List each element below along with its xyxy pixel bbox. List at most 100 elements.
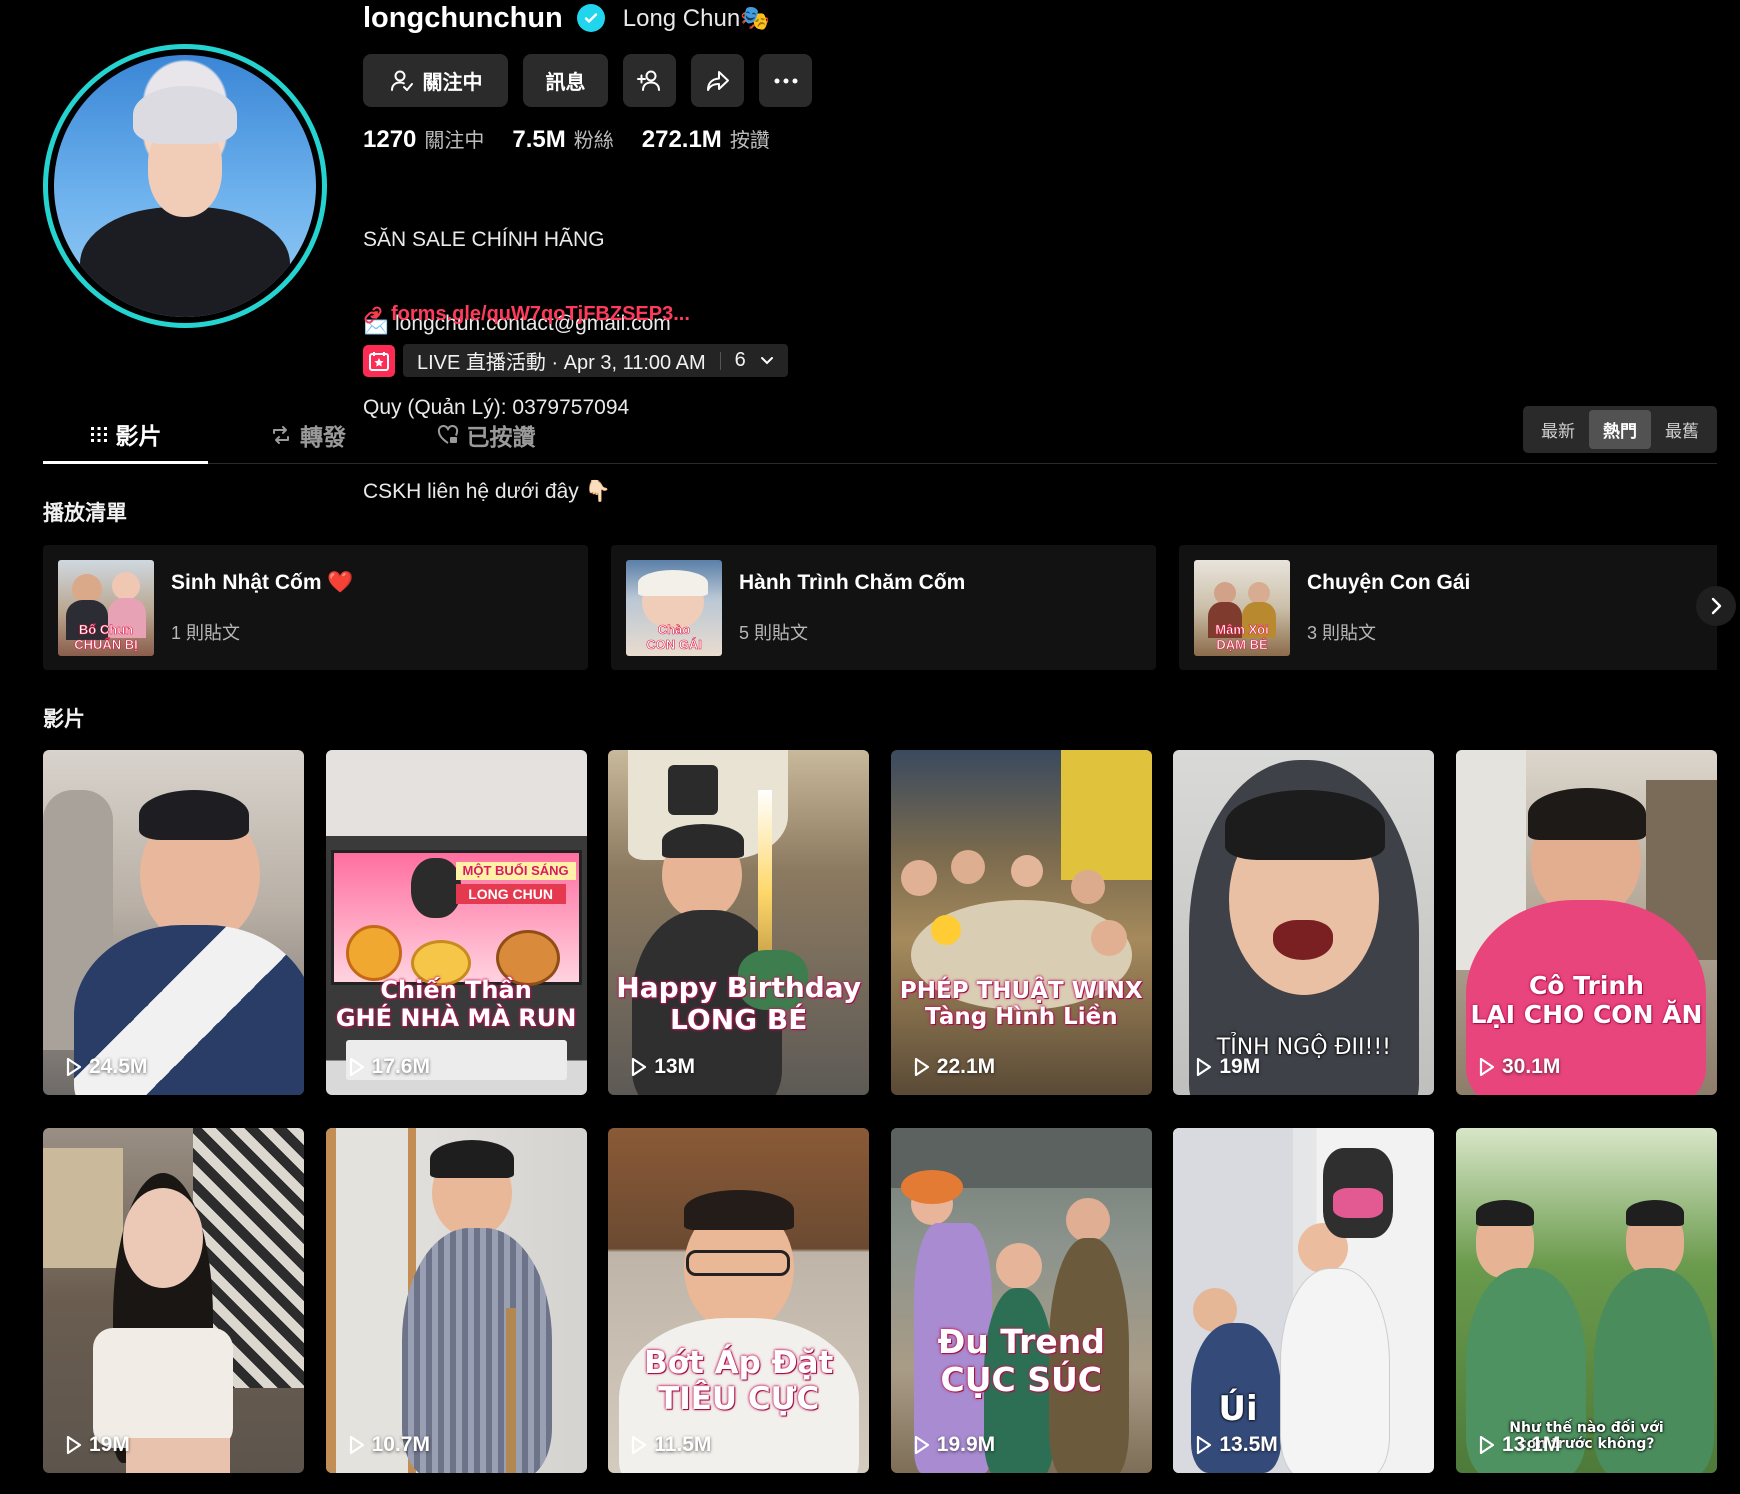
video-caption: Happy Birthday LONG BÉ [616, 971, 862, 1037]
video-caption: Chiến Thần GHÉ NHÀ MÀ RUN [335, 976, 577, 1032]
grid-icon [90, 426, 107, 442]
live-event-count: 6 [734, 349, 746, 371]
profile-stats: 1270 關注中 7.5M 粉絲 272.1M 按讚 [363, 124, 770, 154]
video-caption: Cô Trinh LẠI CHO CON ĂN [1470, 971, 1703, 1029]
bio-line: CSKH liên hệ dưới đây 👇🏻 [363, 480, 611, 503]
tab-reposts[interactable]: 轉發 [243, 406, 373, 464]
live-event-pill[interactable]: LIVE 直播活動 · Apr 3, 11:00 AM 6 [403, 344, 788, 377]
playlist-count: 5 則貼文 [739, 622, 809, 643]
following-label: 關注中 [422, 72, 483, 94]
bio-line: SĂN SALE CHÍNH HÃNG [363, 228, 605, 251]
playlist-next-button[interactable] [1696, 586, 1736, 626]
video-card[interactable]: MỘT BUỔI SÁNG LONG CHUN Chiến Thần GHÉ N… [325, 750, 587, 1095]
tab-label: 已按讚 [466, 424, 536, 450]
following-button[interactable]: 關注中 [363, 54, 508, 107]
stat-label: 關注中 [424, 130, 485, 152]
view-count-text: 13M [654, 1055, 696, 1078]
tab-videos[interactable]: 影片 [43, 406, 208, 464]
play-icon [1197, 1057, 1212, 1077]
view-count: 19M [65, 1433, 130, 1457]
sort-toggle: 最新 熱門 最舊 [1523, 406, 1717, 453]
view-count: 13.1M [1478, 1433, 1560, 1457]
bio-link-text: forms.gle/quW7qoTjFBZSEP3... [391, 303, 690, 325]
nickname: Long Chun🎭 [622, 4, 771, 32]
stat-likes: 272.1M 按讚 [642, 124, 770, 154]
video-caption: Úi [1218, 1389, 1258, 1429]
sort-latest[interactable]: 最新 [1527, 410, 1589, 449]
view-count: 30.1M [1478, 1055, 1560, 1079]
video-card[interactable]: Đu Trend CỤC SÚC 19.9M [890, 1128, 1152, 1473]
view-count: 17.6M [348, 1055, 430, 1079]
view-count-text: 11.5M [654, 1433, 712, 1456]
play-icon [1479, 1057, 1495, 1077]
playlist-thumbnail: Bố Chun CHUẨN BỊ [58, 559, 154, 656]
video-grid: 24.5M MỘT BUỔI SÁNG LONG CHUN Chiến Thần… [43, 750, 1717, 1473]
view-count: 10.7M [348, 1433, 430, 1457]
video-card[interactable]: TỈNH NGỘ ĐII!!! 19M [1173, 750, 1435, 1095]
thumbnail-text: LONG CHUN [455, 884, 566, 904]
repost-icon [273, 426, 289, 444]
live-event-text: LIVE 直播活動 · Apr 3, 11:00 AM [417, 352, 706, 374]
stat-label: 粉絲 [573, 130, 614, 152]
view-count-text: 24.5M [89, 1055, 148, 1078]
video-thumbnail [608, 1128, 870, 1473]
video-thumbnail [608, 750, 870, 1095]
sort-popular[interactable]: 熱門 [1589, 410, 1651, 449]
stat-following[interactable]: 1270 關注中 [363, 124, 484, 154]
video-card[interactable]: Bớt Áp Đặt TIÊU CỰC 11.5M [608, 1128, 870, 1473]
chevron-down-icon [760, 356, 773, 364]
view-count-text: 10.7M [371, 1433, 430, 1456]
playlist-title: Sinh Nhật Cốm ❤️ [171, 570, 354, 594]
video-card[interactable]: Cô Trinh LẠI CHO CON ĂN 30.1M [1455, 750, 1717, 1095]
playlist-card[interactable]: Mâm Xôi DẠM BÉ Chuyện Con Gái 3 則貼文 [1179, 545, 1717, 670]
more-dots-icon [774, 78, 797, 83]
playlist-row: Bố Chun CHUẨN BỊ Sinh Nhật Cốm ❤️ 1 則貼文 … [43, 545, 1717, 670]
video-card[interactable]: 19M [43, 1128, 304, 1473]
video-caption: PHÉP THUẬT WINX Tàng Hình Liền [899, 978, 1143, 1031]
video-card[interactable]: 24.5M [43, 750, 304, 1095]
sort-oldest[interactable]: 最舊 [1651, 410, 1713, 449]
user-check-icon [390, 70, 413, 91]
heart-lock-icon [437, 425, 458, 444]
video-card[interactable]: PHÉP THUẬT WINX Tàng Hình Liền 22.1M [890, 750, 1152, 1095]
video-card[interactable]: Úi 13.5M [1173, 1128, 1435, 1473]
avatar[interactable] [43, 44, 327, 328]
verified-badge-icon [576, 4, 605, 32]
stat-label: 按讚 [729, 130, 770, 152]
playlist-thumb-text: Bố Chun CHUẨN BỊ [74, 621, 138, 652]
video-thumbnail [890, 1128, 1152, 1473]
add-friend-button[interactable] [623, 54, 676, 107]
play-icon [632, 1057, 647, 1077]
stat-value: 272.1M [641, 126, 722, 153]
bio-link[interactable]: forms.gle/quW7qoTjFBZSEP3... [363, 303, 690, 326]
playlist-title: Chuyện Con Gái [1307, 570, 1471, 594]
video-card[interactable]: 10.7M [325, 1128, 587, 1473]
video-thumbnail [1455, 750, 1717, 1095]
view-count: 19.9M [913, 1433, 995, 1457]
tab-label: 影片 [115, 422, 162, 449]
view-count-text: 22.1M [936, 1055, 996, 1078]
play-icon [1197, 1435, 1212, 1455]
video-caption: Bớt Áp Đặt TIÊU CỰC [644, 1345, 834, 1417]
tab-label: 轉發 [300, 424, 346, 450]
live-event[interactable]: LIVE 直播活動 · Apr 3, 11:00 AM 6 [363, 344, 788, 377]
video-thumbnail [43, 1128, 304, 1473]
playlist-card[interactable]: Bố Chun CHUẨN BỊ Sinh Nhật Cốm ❤️ 1 則貼文 [43, 545, 588, 670]
play-icon [66, 1435, 82, 1455]
share-button[interactable] [691, 54, 744, 107]
profile-tabs: 影片 轉發 已按讚 最新 熱門 最舊 [43, 406, 1717, 464]
tab-liked[interactable]: 已按讚 [406, 406, 566, 464]
video-caption: Đu Trend CỤC SÚC [937, 1322, 1105, 1399]
video-card[interactable]: Happy Birthday LONG BÉ 13M [608, 750, 870, 1095]
message-button[interactable]: 訊息 [523, 54, 608, 107]
playlists-heading: 播放清單 [43, 502, 127, 525]
playlist-count: 3 則貼文 [1307, 622, 1377, 643]
stat-followers[interactable]: 7.5M 粉絲 [512, 124, 613, 154]
video-thumbnail [890, 750, 1152, 1095]
playlist-thumb-text: Chào CON GÁI [646, 621, 702, 652]
more-button[interactable] [759, 54, 812, 107]
playlist-card[interactable]: Chào CON GÁI Hành Trình Chăm Cốm 5 則貼文 [611, 545, 1156, 670]
playlist-thumbnail: Mâm Xôi DẠM BÉ [1194, 559, 1290, 656]
video-card[interactable]: Như thế nào đối với con trước không? 13.… [1455, 1128, 1717, 1473]
chevron-right-icon [1711, 597, 1722, 615]
